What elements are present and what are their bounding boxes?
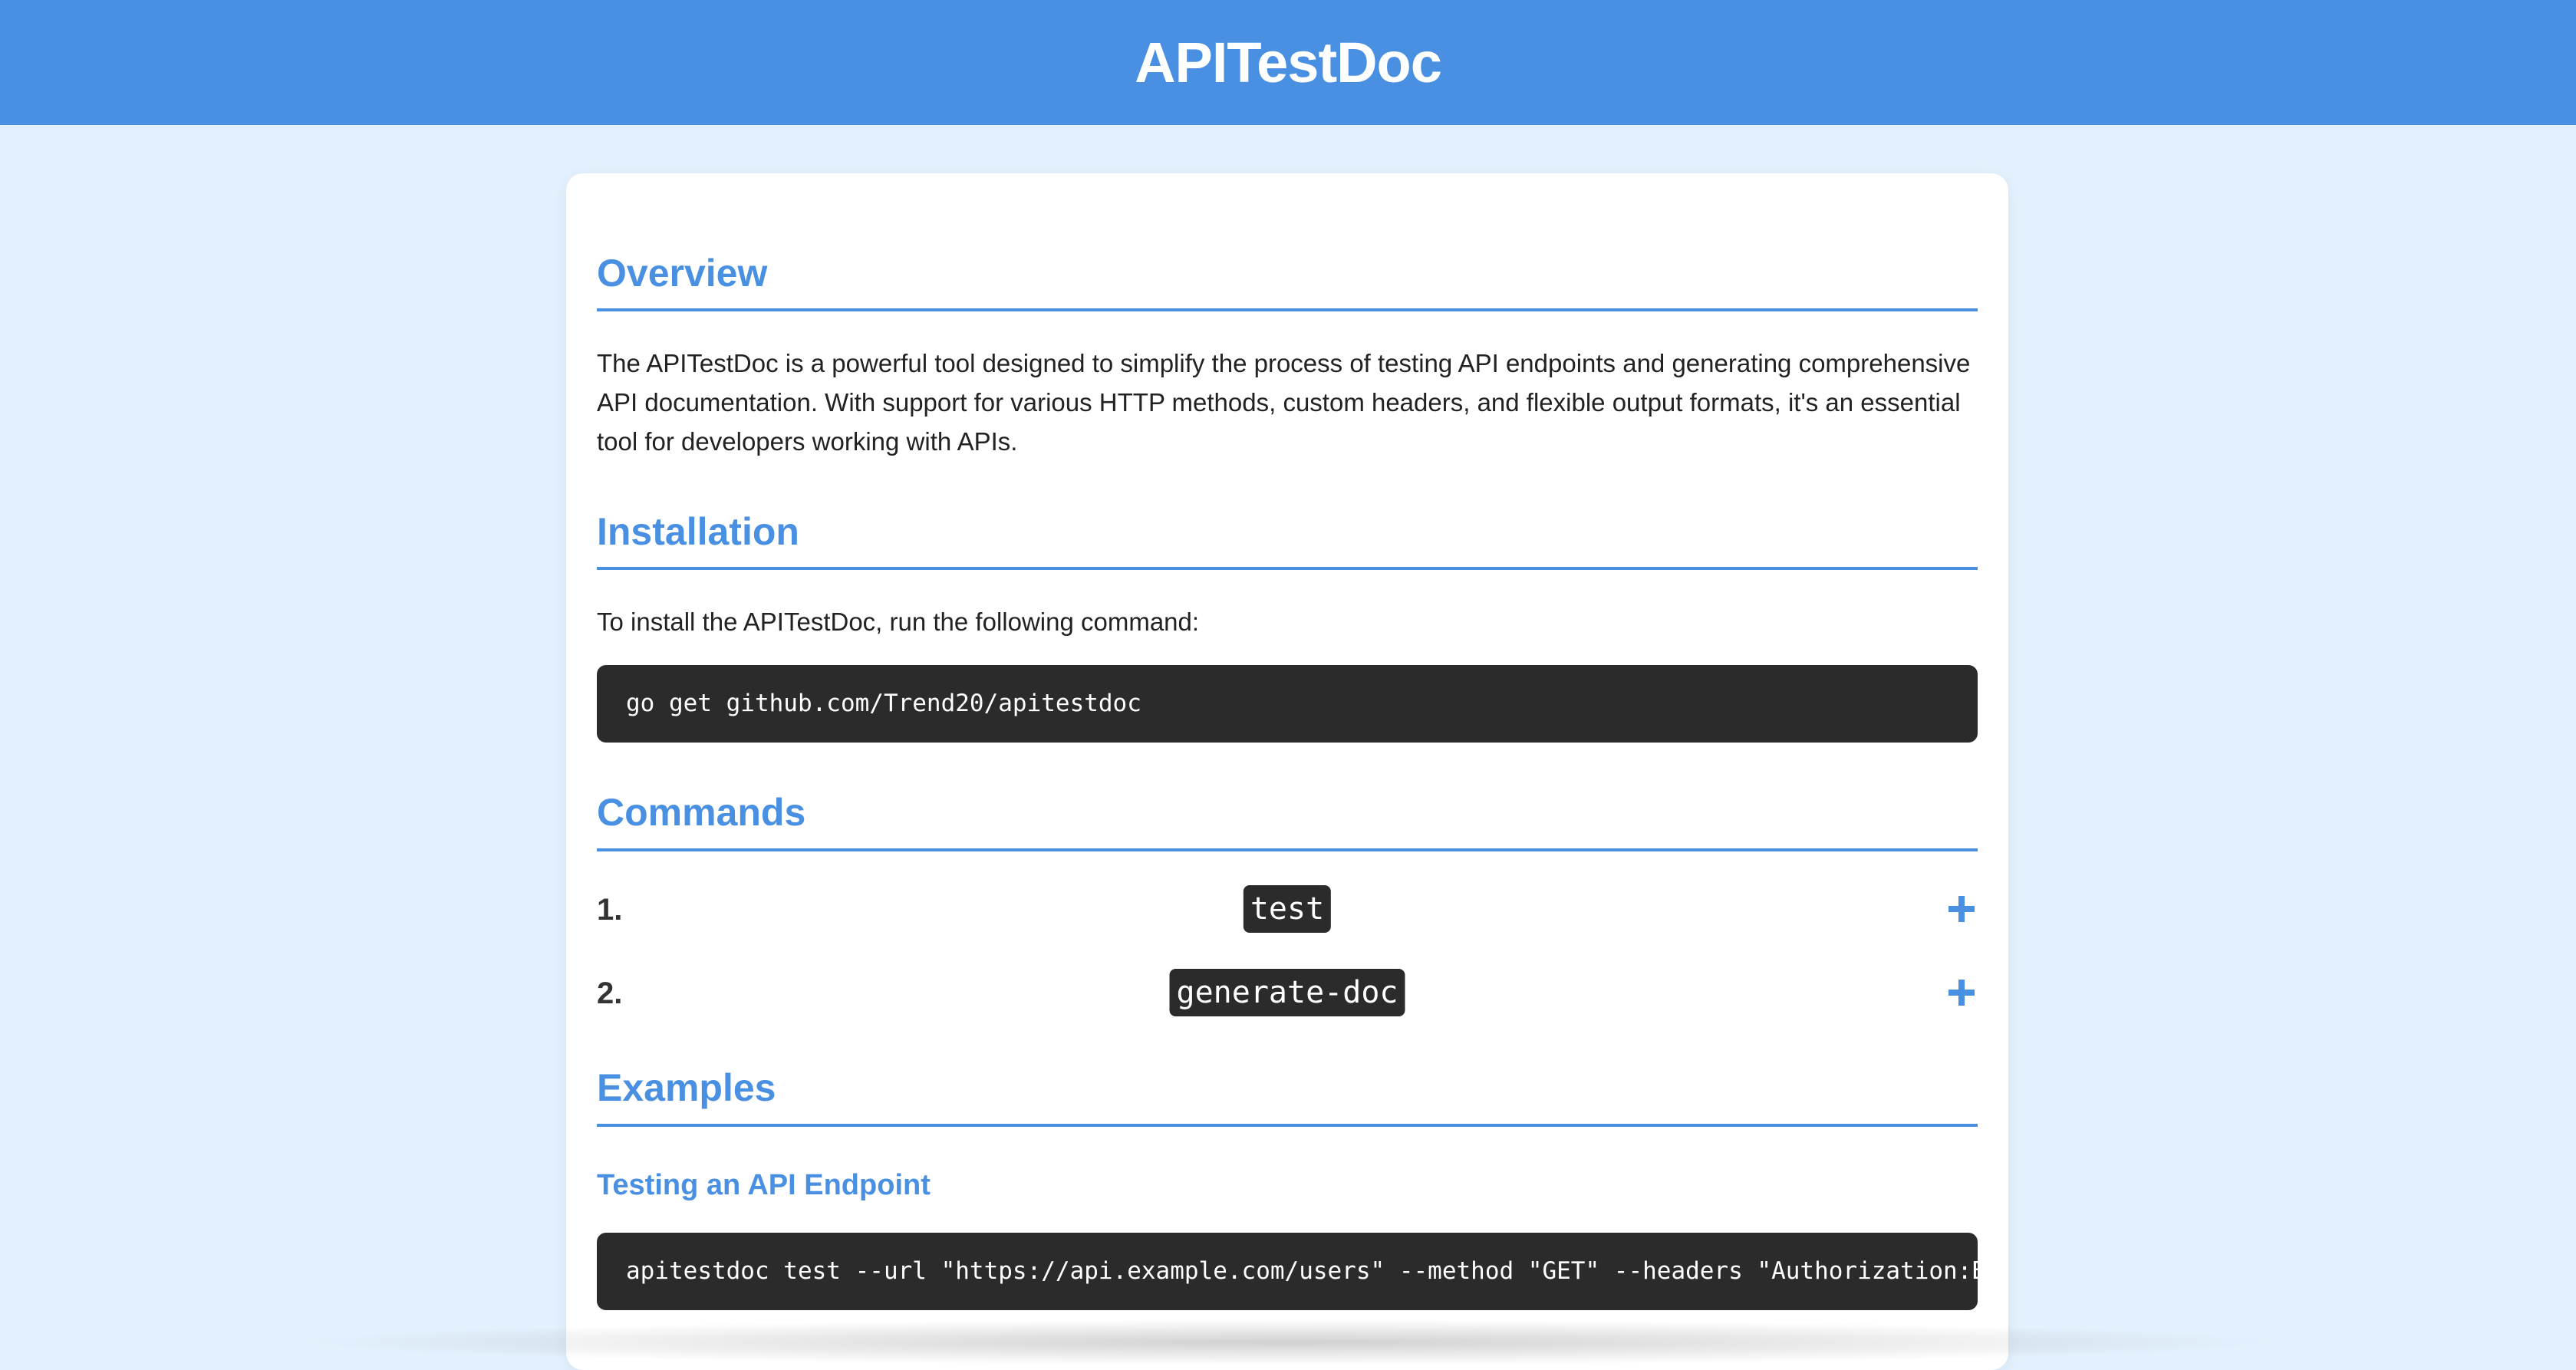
command-item-test[interactable]: 1. test <box>597 885 1978 934</box>
commands-heading: Commands <box>597 791 806 834</box>
command-name: test <box>1243 885 1332 933</box>
plus-icon[interactable] <box>1945 976 1978 1009</box>
command-number: 1. <box>597 893 623 927</box>
content-card: Overview The APITestDoc is a powerful to… <box>566 173 2008 1370</box>
installation-text: To install the APITestDoc, run the follo… <box>597 608 1200 636</box>
example-subheading: Testing an API Endpoint <box>597 1169 931 1201</box>
command-item-generate-doc[interactable]: 2. generate-doc <box>597 969 1978 1018</box>
installation-divider <box>597 567 1978 570</box>
app-title: APITestDoc <box>1135 31 1442 94</box>
overview-text: The APITestDoc is a powerful tool design… <box>597 349 1971 456</box>
examples-heading: Examples <box>597 1066 776 1109</box>
overview-divider <box>597 308 1978 311</box>
command-number: 2. <box>597 976 623 1010</box>
installation-heading: Installation <box>597 510 799 553</box>
overview-heading: Overview <box>597 252 768 295</box>
command-name: generate-doc <box>1169 969 1405 1016</box>
app-header: APITestDoc <box>0 0 2576 125</box>
install-code-block[interactable]: go get github.com/Trend20/apitestdoc <box>597 665 1978 743</box>
plus-icon[interactable] <box>1945 893 1978 925</box>
example-code-block[interactable]: apitestdoc test --url "https://api.examp… <box>597 1233 1978 1310</box>
commands-divider <box>597 848 1978 851</box>
examples-divider <box>597 1124 1978 1127</box>
